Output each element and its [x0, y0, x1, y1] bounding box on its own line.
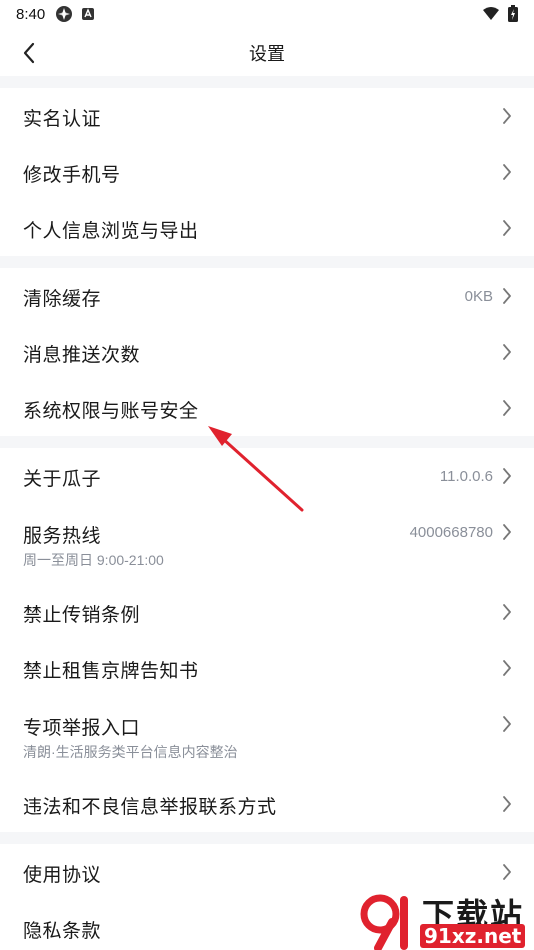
watermark-url-text: 91xz.net — [420, 924, 526, 948]
settings-row-personal-info-export[interactable]: 个人信息浏览与导出 — [0, 200, 534, 256]
settings-row-anti-mlm[interactable]: 禁止传销条例 — [0, 584, 534, 640]
chevron-right-icon — [503, 660, 511, 676]
battery-charging-icon — [508, 5, 518, 22]
chevron-right-icon — [503, 796, 511, 812]
row-title: 违法和不良信息举报联系方式 — [23, 797, 277, 818]
settings-row-special-report[interactable]: 专项举报入口 清朗·生活服务类平台信息内容整治 — [0, 696, 534, 776]
nav-bar: 设置 — [0, 28, 534, 76]
special-report-subtitle: 清朗·生活服务类平台信息内容整治 — [23, 744, 238, 760]
chevron-right-icon — [503, 468, 511, 484]
chevron-right-icon — [503, 604, 511, 620]
settings-row-clear-cache[interactable]: 清除缓存 0KB — [0, 268, 534, 324]
settings-row-beijing-plate-notice[interactable]: 禁止租售京牌告知书 — [0, 640, 534, 696]
download-site-logo-icon — [360, 894, 408, 950]
settings-row-permissions-security[interactable]: 系统权限与账号安全 — [0, 380, 534, 436]
chevron-right-icon — [503, 344, 511, 360]
row-title: 禁止传销条例 — [23, 605, 141, 626]
section-divider — [0, 832, 534, 844]
version-value: 11.0.0.6 — [439, 468, 493, 485]
row-title: 服务热线 — [23, 526, 102, 547]
status-bar: 8:40 — [0, 0, 534, 28]
chevron-right-icon — [503, 288, 511, 304]
row-title: 实名认证 — [23, 109, 102, 130]
hotline-number: 4000668780 — [409, 524, 493, 541]
chevron-right-icon — [503, 864, 511, 880]
section-divider — [0, 436, 534, 448]
row-title: 禁止租售京牌告知书 — [23, 661, 199, 682]
settings-row-push-count[interactable]: 消息推送次数 — [0, 324, 534, 380]
hotline-hours: 周一至周日 9:00-21:00 — [23, 552, 164, 568]
chevron-right-icon — [503, 524, 511, 540]
section-divider — [0, 76, 534, 88]
chevron-right-icon — [503, 400, 511, 416]
settings-row-change-phone[interactable]: 修改手机号 — [0, 144, 534, 200]
chevron-right-icon — [503, 164, 511, 180]
wifi-icon — [483, 6, 499, 20]
settings-row-about[interactable]: 关于瓜子 11.0.0.6 — [0, 448, 534, 504]
keyboard-notification-icon — [82, 8, 95, 20]
chevron-right-icon — [503, 220, 511, 236]
status-time: 8:40 — [16, 5, 46, 23]
settings-row-real-name[interactable]: 实名认证 — [0, 88, 534, 144]
chevron-right-icon — [503, 108, 511, 124]
row-title: 修改手机号 — [23, 165, 121, 186]
section-divider — [0, 256, 534, 268]
row-title: 关于瓜子 — [23, 469, 102, 490]
cache-size-value: 0KB — [464, 288, 493, 305]
chevron-right-icon — [503, 716, 511, 732]
row-title: 系统权限与账号安全 — [23, 401, 199, 422]
settings-row-illegal-report-contact[interactable]: 违法和不良信息举报联系方式 — [0, 776, 534, 832]
row-title: 隐私条款 — [23, 921, 102, 942]
settings-row-hotline[interactable]: 服务热线 周一至周日 9:00-21:00 4000668780 — [0, 504, 534, 584]
row-title: 专项举报入口 — [23, 718, 141, 739]
row-title: 使用协议 — [23, 865, 102, 886]
page-title: 设置 — [249, 44, 285, 64]
watermark: 下载站 91xz.net — [358, 890, 530, 950]
row-title: 个人信息浏览与导出 — [23, 221, 199, 242]
row-title: 消息推送次数 — [23, 345, 141, 366]
row-title: 清除缓存 — [23, 289, 102, 310]
app-notification-icon — [56, 6, 73, 22]
